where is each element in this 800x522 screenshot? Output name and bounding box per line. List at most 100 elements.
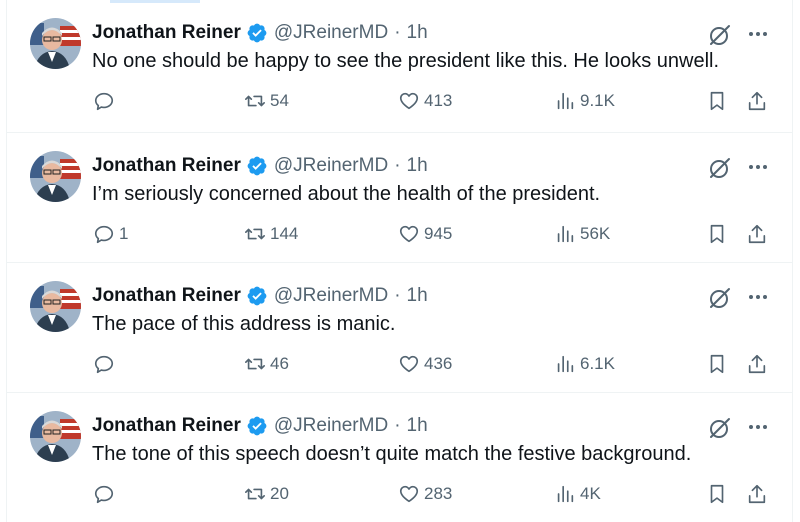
reply-button[interactable]: [93, 90, 119, 112]
tweet-timestamp[interactable]: 1h: [407, 22, 428, 44]
retweet-count: 20: [270, 484, 289, 503]
grok-icon[interactable]: [707, 155, 733, 181]
retweet-button[interactable]: 144: [244, 223, 298, 245]
views-button[interactable]: 56K: [554, 223, 610, 245]
like-count: 436: [424, 354, 453, 373]
like-count: 413: [424, 91, 453, 110]
separator-dot: ·: [394, 285, 401, 306]
avatar[interactable]: [30, 151, 81, 202]
verified-badge-icon: [247, 156, 267, 176]
bookmark-button[interactable]: [706, 223, 728, 245]
tweet-header: Jonathan Reiner @JReinerMD · 1h: [92, 283, 428, 309]
grok-icon[interactable]: [707, 285, 733, 311]
avatar-photo-icon: [30, 281, 81, 332]
retweet-count: 46: [270, 354, 289, 373]
retweet-button[interactable]: 54: [244, 90, 289, 112]
author-name[interactable]: Jonathan Reiner: [92, 155, 241, 177]
bookmark-button[interactable]: [706, 90, 728, 112]
avatar[interactable]: [30, 411, 81, 462]
retweet-count: 54: [270, 91, 289, 110]
like-button[interactable]: 413: [398, 90, 452, 112]
bookmark-button[interactable]: [706, 483, 728, 505]
tweet-timestamp[interactable]: 1h: [407, 155, 428, 177]
more-options-icon[interactable]: [746, 155, 770, 179]
tweet-actions: 54 413 9.1K: [7, 90, 793, 116]
tweet-actions: 46 436 6.1K: [7, 353, 793, 379]
tweet-feed: Jonathan Reiner @JReinerMD · 1h No one s…: [7, 0, 793, 522]
grok-icon[interactable]: [707, 415, 733, 441]
bookmark-icon: [710, 354, 724, 374]
author-handle[interactable]: @JReinerMD: [274, 285, 388, 307]
tweet-text: I’m seriously concerned about the health…: [92, 183, 601, 205]
tweet-header: Jonathan Reiner @JReinerMD · 1h: [92, 413, 428, 439]
more-options-icon[interactable]: [746, 285, 770, 309]
bookmark-icon: [710, 484, 724, 504]
tweet[interactable]: Jonathan Reiner @JReinerMD · 1h The pace…: [7, 263, 793, 393]
grok-icon[interactable]: [707, 22, 733, 48]
separator-dot: ·: [394, 155, 401, 176]
retweet-icon: [245, 228, 265, 240]
author-handle[interactable]: @JReinerMD: [274, 415, 388, 437]
views-count: 4K: [580, 484, 601, 503]
like-button[interactable]: 283: [398, 483, 452, 505]
verified-badge-icon: [247, 416, 267, 436]
share-icon: [748, 224, 766, 244]
views-chart-icon: [557, 355, 574, 373]
retweet-icon: [245, 488, 265, 500]
tweet[interactable]: Jonathan Reiner @JReinerMD · 1h I’m seri…: [7, 133, 793, 263]
verified-badge-icon: [247, 286, 267, 306]
reply-icon: [94, 225, 114, 244]
views-chart-icon: [557, 92, 574, 110]
avatar[interactable]: [30, 18, 81, 69]
like-button[interactable]: 436: [398, 353, 452, 375]
tweet-header: Jonathan Reiner @JReinerMD · 1h: [92, 20, 428, 46]
reply-icon: [94, 355, 114, 374]
tweet-text: No one should be happy to see the presid…: [92, 50, 720, 72]
views-button[interactable]: 6.1K: [554, 353, 615, 375]
share-icon: [748, 484, 766, 504]
avatar-photo-icon: [30, 18, 81, 69]
tweet[interactable]: Jonathan Reiner @JReinerMD · 1h The tone…: [7, 393, 793, 522]
tweet-timestamp[interactable]: 1h: [407, 285, 428, 307]
avatar[interactable]: [30, 281, 81, 332]
views-button[interactable]: 9.1K: [554, 90, 615, 112]
share-button[interactable]: [746, 223, 768, 245]
heart-icon: [399, 485, 419, 503]
reply-button[interactable]: [93, 483, 119, 505]
heart-icon: [399, 355, 419, 373]
share-icon: [748, 354, 766, 374]
share-button[interactable]: [746, 90, 768, 112]
tweet-text: The tone of this speech doesn’t quite ma…: [92, 443, 692, 465]
more-options-icon[interactable]: [746, 415, 770, 439]
reply-icon: [94, 92, 114, 111]
share-button[interactable]: [746, 483, 768, 505]
author-handle[interactable]: @JReinerMD: [274, 22, 388, 44]
share-icon: [748, 91, 766, 111]
heart-icon: [399, 92, 419, 110]
author-name[interactable]: Jonathan Reiner: [92, 415, 241, 437]
author-name[interactable]: Jonathan Reiner: [92, 22, 241, 44]
like-count: 283: [424, 484, 453, 503]
bookmark-icon: [710, 224, 724, 244]
tweet-actions: 20 283 4K: [7, 483, 793, 509]
retweet-button[interactable]: 20: [244, 483, 289, 505]
separator-dot: ·: [394, 415, 401, 436]
author-name[interactable]: Jonathan Reiner: [92, 285, 241, 307]
retweet-button[interactable]: 46: [244, 353, 289, 375]
views-button[interactable]: 4K: [554, 483, 601, 505]
reply-button[interactable]: [93, 353, 119, 375]
avatar-photo-icon: [30, 151, 81, 202]
more-options-icon[interactable]: [746, 22, 770, 46]
views-count: 6.1K: [580, 354, 615, 373]
reply-button[interactable]: 1: [93, 223, 128, 245]
like-button[interactable]: 945: [398, 223, 452, 245]
tweet-timestamp[interactable]: 1h: [407, 415, 428, 437]
author-handle[interactable]: @JReinerMD: [274, 155, 388, 177]
retweet-icon: [245, 358, 265, 370]
bookmark-button[interactable]: [706, 353, 728, 375]
tweet[interactable]: Jonathan Reiner @JReinerMD · 1h No one s…: [7, 0, 793, 133]
tweet-header: Jonathan Reiner @JReinerMD · 1h: [92, 153, 428, 179]
views-count: 9.1K: [580, 91, 615, 110]
views-chart-icon: [557, 225, 574, 243]
share-button[interactable]: [746, 353, 768, 375]
